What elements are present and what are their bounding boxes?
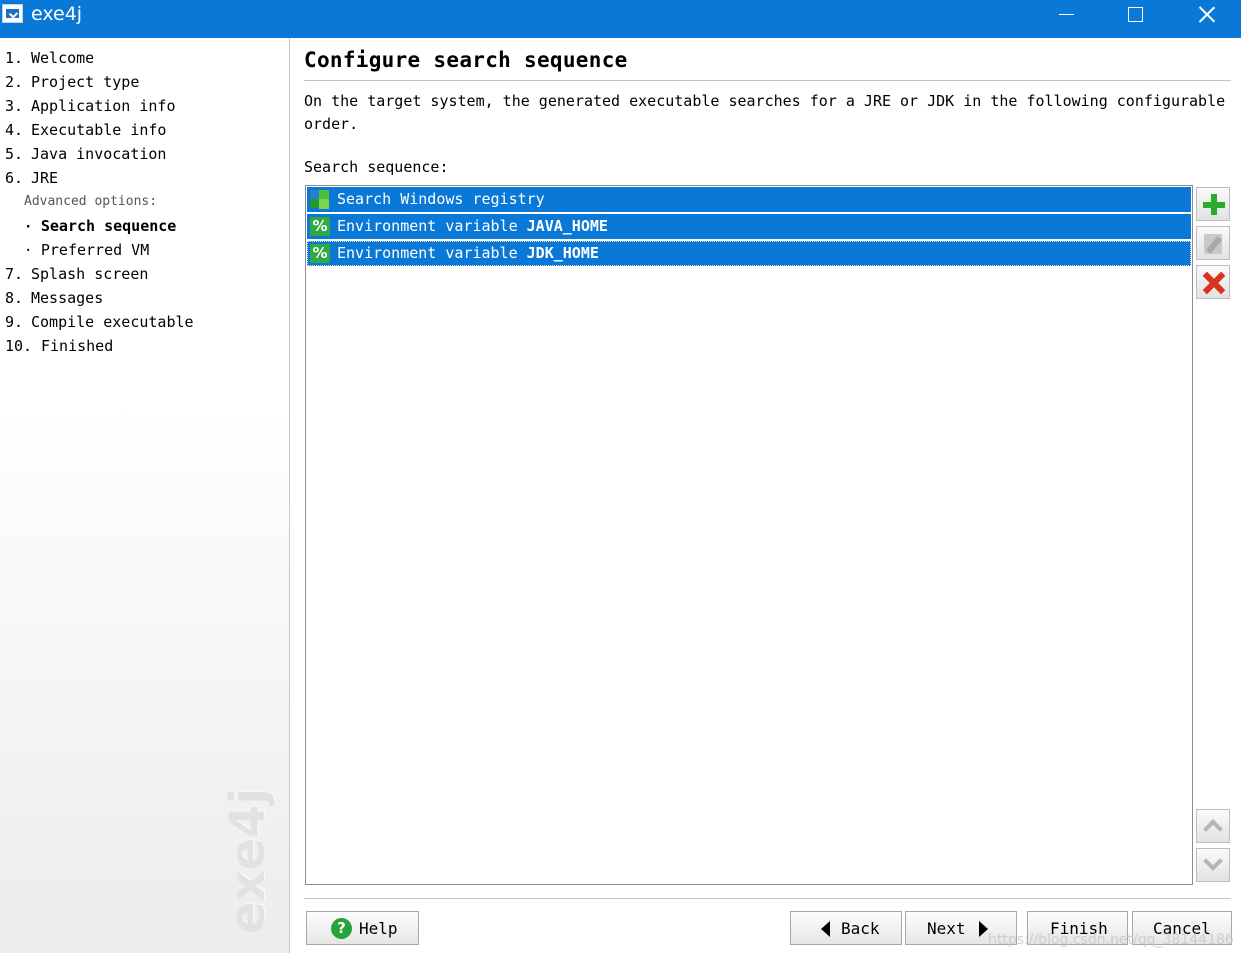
app-icon — [2, 4, 23, 23]
nav-step-messages[interactable]: 8. Messages — [5, 288, 103, 308]
window-title: exe4j — [31, 3, 83, 25]
nav-step-number: 8. — [5, 289, 24, 307]
help-button[interactable]: ? Help — [306, 911, 419, 945]
page-title: Configure search sequence — [304, 48, 628, 72]
nav-sub-label: Search sequence — [40, 217, 177, 235]
list-item-label: Environment variable JDK_HOME — [337, 244, 599, 262]
watermark-text: exe4j — [219, 788, 276, 934]
nav-step-number: 7. — [5, 265, 24, 283]
nav-step-executable-info[interactable]: 4. Executable info — [5, 120, 166, 140]
nav-step-label: JRE — [31, 169, 59, 187]
nav-step-project-type[interactable]: 2. Project type — [5, 72, 139, 92]
back-button-label: Back — [841, 919, 880, 938]
nav-step-java-invocation[interactable]: 5. Java invocation — [5, 144, 166, 164]
delete-entry-button[interactable] — [1196, 265, 1230, 299]
search-sequence-label: Search sequence: — [304, 158, 449, 176]
nav-step-number: 6. — [5, 169, 24, 187]
move-up-button[interactable] — [1196, 809, 1230, 843]
nav-step-number: 1. — [5, 49, 24, 67]
url-watermark: https://blog.csdn.net/qq_38144186 — [988, 932, 1234, 948]
nav-step-number: 10. — [5, 337, 33, 355]
page-description: On the target system, the generated exec… — [304, 92, 1226, 133]
list-item[interactable]: % Environment variable JAVA_HOME — [307, 214, 1191, 239]
nav-step-label: Java invocation — [31, 145, 167, 163]
help-button-label: Help — [359, 919, 398, 938]
nav-sub-label: Preferred VM — [40, 241, 150, 259]
nav-step-label: Executable info — [31, 121, 167, 139]
arrow-right-icon — [979, 921, 988, 937]
next-button-label: Next — [927, 919, 966, 938]
nav-step-label: Project type — [31, 73, 140, 91]
nav-step-welcome[interactable]: 1. Welcome — [5, 48, 94, 68]
nav-step-number: 3. — [5, 97, 24, 115]
nav-step-label: Splash screen — [31, 265, 149, 283]
percent-icon: % — [310, 244, 330, 263]
nav-step-finished[interactable]: 10. Finished — [5, 336, 113, 356]
list-item[interactable]: Search Windows registry — [307, 187, 1191, 212]
nav-step-application-info[interactable]: 3. Application info — [5, 96, 176, 116]
nav-step-label: Application info — [31, 97, 176, 115]
nav-step-label: Welcome — [31, 49, 95, 67]
nav-sub-preferred-vm[interactable]: · Preferred VM — [24, 240, 149, 261]
wizard-steps-sidebar: 1. Welcome 2. Project type 3. Application i… — [0, 38, 290, 953]
nav-step-compile-executable[interactable]: 9. Compile executable — [5, 312, 194, 332]
nav-step-label: Finished — [41, 337, 114, 355]
nav-step-label: Compile executable — [31, 313, 194, 331]
bullet-icon: · — [24, 243, 41, 259]
title-bar: exe4j — [0, 0, 1241, 38]
arrow-left-icon — [821, 921, 830, 937]
add-entry-button[interactable] — [1196, 187, 1230, 221]
nav-step-number: 5. — [5, 145, 24, 163]
exe4j-watermark-logo: exe4j — [220, 783, 276, 934]
nav-step-label: Messages — [31, 289, 104, 307]
back-button[interactable]: Back — [790, 911, 902, 945]
list-item-label: Environment variable JAVA_HOME — [337, 217, 608, 235]
help-icon: ? — [331, 918, 352, 939]
title-divider — [304, 80, 1231, 81]
edit-entry-button[interactable] — [1196, 226, 1230, 260]
buttons-divider — [304, 898, 1231, 899]
minimize-button[interactable] — [1032, 0, 1102, 30]
nav-step-number: 9. — [5, 313, 24, 331]
move-down-button[interactable] — [1196, 848, 1230, 882]
nav-step-number: 4. — [5, 121, 24, 139]
search-sequence-list[interactable]: Search Windows registry % Environment va… — [305, 185, 1193, 885]
nav-step-jre[interactable]: 6. JRE — [5, 168, 58, 188]
maximize-button[interactable] — [1100, 0, 1170, 30]
nav-step-splash-screen[interactable]: 7. Splash screen — [5, 264, 148, 284]
advanced-options-label: Advanced options: — [24, 194, 158, 209]
list-item[interactable]: % Environment variable JDK_HOME — [307, 241, 1191, 266]
close-button[interactable] — [1171, 0, 1241, 30]
percent-icon: % — [310, 217, 330, 236]
list-item-label: Search Windows registry — [337, 190, 545, 208]
nav-sub-search-sequence[interactable]: · Search sequence — [24, 216, 176, 237]
nav-step-number: 2. — [5, 73, 24, 91]
bullet-icon: · — [24, 219, 41, 235]
main-panel: Configure search sequence On the target … — [290, 38, 1241, 953]
registry-icon — [310, 190, 330, 209]
